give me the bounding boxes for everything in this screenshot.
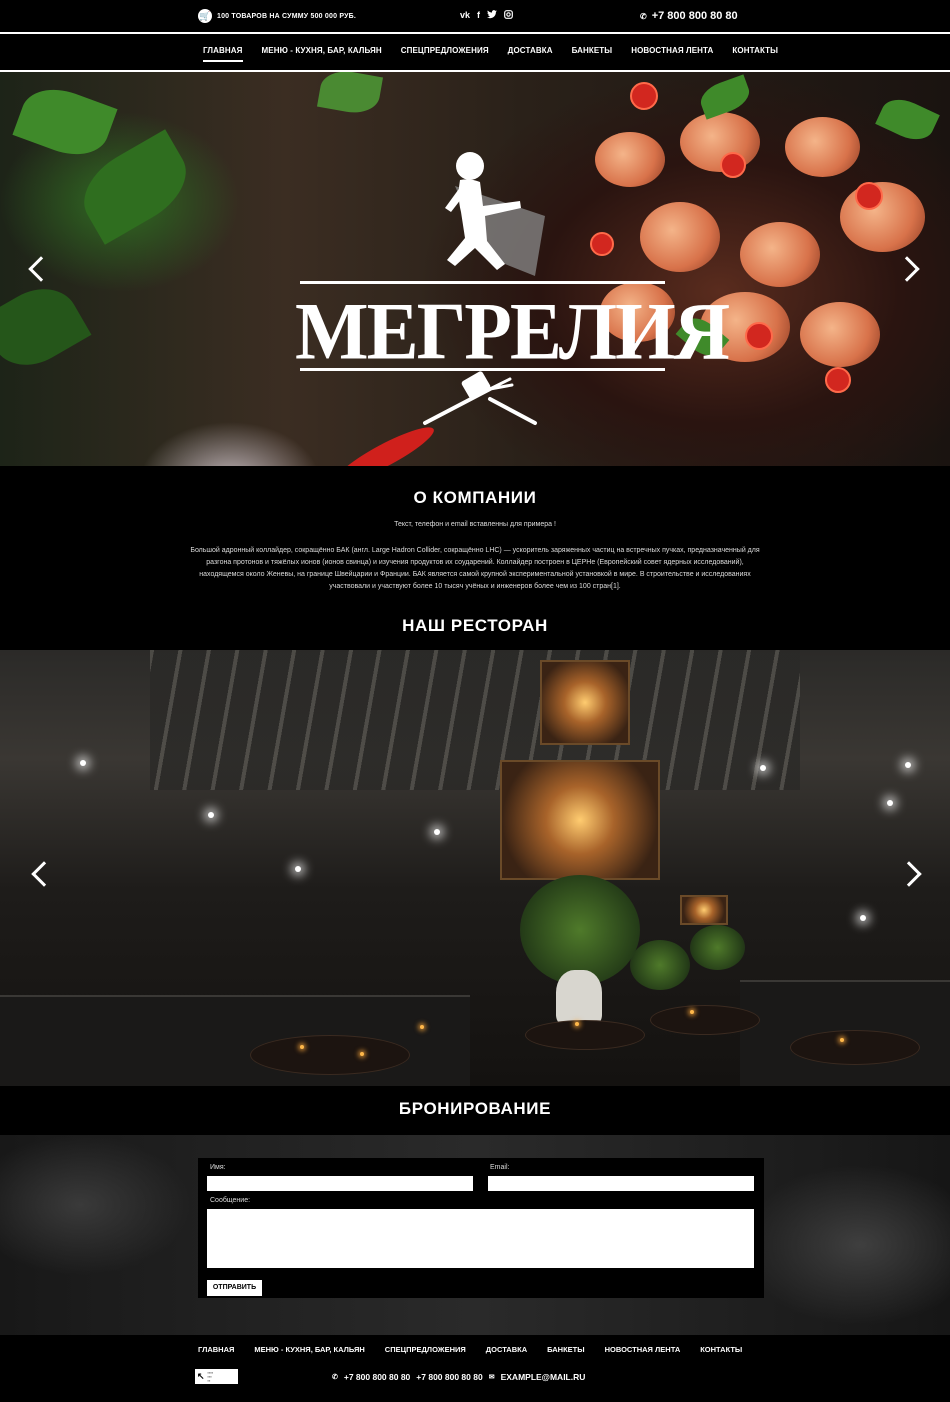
booking-title: Бронирование [398, 1099, 552, 1118]
footer-nav-banquets[interactable]: Банкеты [547, 1345, 584, 1354]
chandelier [540, 660, 630, 745]
herb-leaf [696, 74, 754, 120]
ceiling-light [760, 765, 766, 771]
pepper-slice [720, 152, 746, 178]
nav-item-contacts[interactable]: Контакты [732, 46, 778, 62]
plant [690, 925, 745, 970]
glass-roof [150, 650, 800, 790]
pepper-slice [855, 182, 883, 210]
plant [630, 940, 690, 990]
about-title: О компании [413, 488, 537, 507]
phone-icon: ✆ [332, 1374, 338, 1381]
restaurant-next-arrow[interactable] [896, 861, 922, 887]
cart-icon[interactable]: 🛒 [198, 9, 212, 23]
ceiling-light [905, 762, 911, 768]
dining-table [790, 1030, 920, 1065]
nav-item-menu[interactable]: Меню - кухня, бар, кальян [262, 46, 382, 62]
herb-leaf [316, 72, 384, 117]
sofa [0, 995, 470, 1086]
ceiling-light [80, 760, 86, 766]
shrimp [785, 117, 860, 177]
candle [575, 1022, 579, 1026]
pepper-slice [745, 322, 773, 350]
candle [690, 1010, 694, 1014]
main-nav: Главная Меню - кухня, бар, кальян Спецпр… [0, 32, 950, 72]
counter-arrow-icon: ↖ [197, 1371, 205, 1381]
restaurant-title: Наш ресторан [402, 616, 548, 635]
footer: Главная Меню - кухня, бар, кальян Спецпр… [0, 1335, 950, 1402]
footer-nav-specials[interactable]: Спецпредложения [385, 1345, 466, 1354]
name-label: Имя: [210, 1164, 226, 1171]
footer-email[interactable]: example@mail.ru [501, 1372, 586, 1382]
ceiling-light [887, 800, 893, 806]
herb-leaf [0, 274, 92, 380]
candle [360, 1052, 364, 1056]
pepper-slice [630, 82, 658, 110]
name-input[interactable] [207, 1176, 473, 1191]
about-text: Большой адронный коллайдер, сокращённо Б… [190, 547, 760, 590]
ceiling-light [295, 866, 301, 872]
submit-button[interactable]: Отправить [207, 1280, 262, 1296]
nav-item-specials[interactable]: Спецпредложения [401, 46, 489, 62]
header-phone-number[interactable]: +7 800 800 80 80 [652, 10, 738, 22]
hero-next-arrow[interactable] [894, 256, 920, 282]
candle [420, 1025, 424, 1029]
dining-table [525, 1020, 645, 1050]
visitor-counter-badge[interactable]: ↖ ▪▪▪▪ ▪▪▪ ▪▪ [195, 1369, 238, 1384]
social-links: vk f [460, 10, 513, 21]
footer-nav-news[interactable]: Новостная лента [605, 1345, 681, 1354]
footer-nav-home[interactable]: Главная [198, 1345, 234, 1354]
chandelier [680, 895, 728, 925]
logo-text: МЕГРЕЛИЯ [295, 284, 730, 377]
ceiling-light [208, 812, 214, 818]
restaurant-slider [0, 650, 950, 1086]
cart-summary[interactable]: 🛒 100 товаров на сумму 500 000 руб. [198, 9, 356, 23]
nav-item-delivery[interactable]: Доставка [508, 46, 553, 62]
phone-icon: ✆ [640, 11, 647, 21]
chandelier [500, 760, 660, 880]
herb-leaf [875, 92, 940, 147]
counter-stats-icon: ▪▪▪▪ ▪▪▪ ▪▪ [207, 1369, 214, 1383]
header-phone[interactable]: ✆ +7 800 800 80 80 [640, 10, 738, 22]
mail-icon: ✉ [488, 1374, 495, 1381]
pepper-slice [825, 367, 851, 393]
footer-contacts: ✆ +7 800 800 80 80 +7 800 800 80 80 ✉ ex… [332, 1372, 585, 1382]
ceiling-light [434, 829, 440, 835]
restaurant-prev-arrow[interactable] [31, 861, 57, 887]
hero-slider: МЕГРЕЛИЯ [0, 72, 950, 466]
vk-icon[interactable]: vk [460, 10, 470, 21]
dining-table [250, 1035, 410, 1075]
nav-item-news[interactable]: Новостная лента [631, 46, 713, 62]
candle [840, 1038, 844, 1042]
candle [300, 1045, 304, 1049]
brand-logo: МЕГРЕЛИЯ [295, 146, 730, 426]
vase [556, 970, 602, 1026]
hero-prev-arrow[interactable] [28, 256, 54, 282]
facebook-icon[interactable]: f [477, 10, 480, 21]
cart-summary-text[interactable]: 100 товаров на сумму 500 000 руб. [217, 13, 356, 20]
footer-phone-1[interactable]: +7 800 800 80 80 [344, 1372, 410, 1382]
nav-item-home[interactable]: Главная [203, 46, 243, 62]
nav-item-banquets[interactable]: Банкеты [572, 46, 613, 62]
message-label: Сообщение: [210, 1197, 251, 1204]
ceiling-light [860, 915, 866, 921]
dancer-figure-icon [445, 152, 545, 276]
instagram-icon[interactable] [504, 10, 513, 21]
footer-nav-contacts[interactable]: Контакты [700, 1345, 742, 1354]
grill-utensils-icon [423, 371, 537, 425]
shrimp [800, 302, 880, 367]
twitter-icon[interactable] [487, 10, 498, 21]
herb-leaf [12, 78, 118, 166]
footer-nav-menu[interactable]: Меню - кухня, бар, кальян [254, 1345, 364, 1354]
message-textarea[interactable] [207, 1209, 754, 1268]
shrimp [740, 222, 820, 287]
email-input[interactable] [488, 1176, 754, 1191]
footer-phone-2[interactable]: +7 800 800 80 80 [416, 1372, 482, 1382]
top-bar: 🛒 100 товаров на сумму 500 000 руб. vk f… [0, 0, 950, 32]
footer-nav-delivery[interactable]: Доставка [486, 1345, 527, 1354]
dining-table [650, 1005, 760, 1035]
about-note: Текст, телефон и email вставленны для пр… [394, 521, 556, 528]
email-label: Email: [490, 1164, 510, 1171]
flower-arrangement [520, 875, 640, 985]
